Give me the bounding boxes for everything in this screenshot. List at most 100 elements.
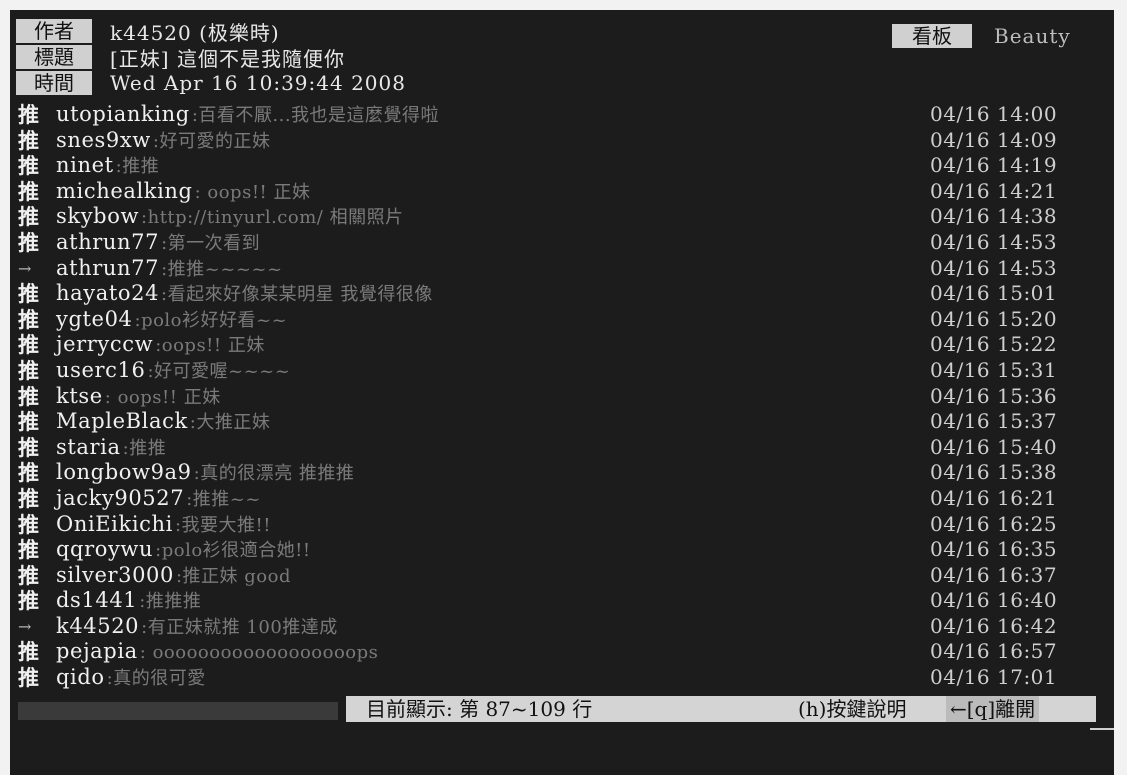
push-user-line: jacky90527:推推~~ — [56, 486, 261, 513]
push-row: 推 silver3000:推正妹 good 04/16 16:37 — [18, 563, 1108, 589]
push-row: 推 michealking: oops!! 正妹 04/16 14:21 — [18, 179, 1108, 205]
push-user-line: hayato24:看起來好像某某明星 我覺得很像 — [56, 281, 433, 308]
status-bar: 目前顯示: 第 87~109 行 (h)按鍵說明 ←[q]離開 — [346, 696, 1096, 722]
push-content: : oooooooooooooooooops — [139, 642, 379, 664]
time-value: Wed Apr 16 10:39:44 2008 — [110, 71, 406, 95]
push-username: snes9xw — [56, 127, 151, 152]
push-content: :好可愛喔~~~~ — [147, 360, 291, 382]
push-content: :推推~~ — [186, 488, 261, 510]
title-row: 標題 [正妹] 這個不是我隨便你 — [16, 44, 345, 71]
arrow-tag: → — [18, 258, 32, 278]
push-user-line: snes9xw:好可愛的正妹 — [56, 128, 270, 155]
push-content: :推正妹 good — [175, 565, 291, 587]
push-row: 推 MapleBlack:大推正妹 04/16 15:37 — [18, 409, 1108, 435]
push-row: 推 utopianking:百看不厭...我也是這麼覺得啦 04/16 14:00 — [18, 102, 1108, 128]
push-user-line: userc16:好可愛喔~~~~ — [56, 358, 290, 385]
push-tag: 推 — [18, 537, 39, 563]
push-tag: 推 — [18, 485, 39, 511]
title-label: 標題 — [16, 45, 92, 69]
help-key-hint[interactable]: (h)按鍵說明 — [798, 696, 907, 722]
status-bar-left-area — [18, 702, 338, 720]
push-user-line: ds1441:推推推 — [56, 588, 201, 615]
push-row: 推 ktse: oops!! 正妹 04/16 15:36 — [18, 384, 1108, 410]
line-position-indicator: 目前顯示: 第 87~109 行 — [366, 697, 593, 721]
push-time: 04/16 15:36 — [930, 383, 1058, 408]
push-content: :推推 — [122, 437, 167, 459]
push-username: OniEikichi — [56, 511, 173, 536]
push-time: 04/16 17:01 — [930, 665, 1058, 690]
push-content: :看起來好像某某明星 我覺得很像 — [161, 284, 433, 306]
push-user-line: longbow9a9:真的很漂亮 推推推 — [56, 460, 354, 487]
push-tag: 推 — [18, 639, 39, 665]
cursor-icon — [1090, 728, 1114, 730]
time-label: 時間 — [16, 71, 92, 95]
push-user-line: qqroywu:polo衫很適合她!! — [56, 537, 311, 564]
push-row: 推 qqroywu:polo衫很適合她!! 04/16 16:35 — [18, 537, 1108, 563]
push-tag: 推 — [18, 588, 39, 614]
push-username: pejapia — [56, 639, 138, 664]
push-content: :第一次看到 — [161, 232, 261, 254]
push-tag: 推 — [18, 229, 39, 255]
push-tag: 推 — [18, 383, 39, 409]
author-label: 作者 — [16, 19, 92, 43]
push-content: :大推正妹 — [189, 412, 271, 434]
push-time: 04/16 15:37 — [930, 409, 1058, 434]
push-time: 04/16 14:00 — [930, 102, 1058, 126]
push-content: :百看不厭...我也是這麼覺得啦 — [191, 105, 440, 126]
push-user-line: staria:推推 — [56, 435, 166, 462]
push-row: 推 athrun77:第一次看到 04/16 14:53 — [18, 230, 1108, 256]
push-user-line: ktse: oops!! 正妹 — [56, 384, 221, 411]
push-username: athrun77 — [56, 229, 160, 254]
push-username: michealking — [56, 178, 193, 203]
push-username: ygte04 — [56, 306, 133, 331]
push-user-line: skybow:http://tinyurl.com/ 相關照片 — [56, 204, 404, 231]
push-username: skybow — [56, 204, 140, 229]
push-username: jerryccw — [56, 332, 154, 357]
push-user-line: MapleBlack:大推正妹 — [56, 409, 270, 436]
push-tag: 推 — [18, 153, 39, 179]
push-row: 推 hayato24:看起來好像某某明星 我覺得很像 04/16 15:01 — [18, 281, 1108, 307]
push-username: utopianking — [56, 102, 190, 126]
push-content: :http://tinyurl.com/ 相關照片 — [141, 207, 404, 229]
push-tag: 推 — [18, 332, 39, 358]
push-content: :好可愛的正妹 — [152, 130, 271, 152]
push-time: 04/16 14:19 — [930, 153, 1058, 178]
push-username: staria — [56, 434, 121, 459]
push-row: 推 jacky90527:推推~~ 04/16 16:21 — [18, 486, 1108, 512]
push-row: 推 snes9xw:好可愛的正妹 04/16 14:09 — [18, 128, 1108, 154]
push-user-line: utopianking:百看不厭...我也是這麼覺得啦 — [56, 102, 439, 129]
push-content: :oops!! 正妹 — [155, 335, 265, 357]
push-user-line: athrun77:推推~~~~~ — [56, 256, 283, 283]
push-username: k44520 — [56, 613, 140, 638]
push-username: ktse — [56, 383, 103, 408]
push-user-line: qido:真的很可愛 — [56, 665, 206, 692]
author-row: 作者 k44520 (极樂時) — [16, 18, 280, 45]
push-time: 04/16 16:57 — [930, 639, 1058, 664]
push-user-line: silver3000:推正妹 good — [56, 563, 291, 590]
push-content: :推推推 — [139, 591, 202, 613]
push-time: 04/16 16:21 — [930, 485, 1058, 510]
push-tag: 推 — [18, 204, 39, 230]
push-content: : oops!! 正妹 — [104, 386, 221, 408]
push-row: 推 ygte04:polo衫好好看~~ 04/16 15:20 — [18, 307, 1108, 333]
push-time: 04/16 14:09 — [930, 127, 1058, 152]
push-tag: 推 — [18, 409, 39, 435]
push-username: silver3000 — [56, 562, 174, 587]
push-user-line: k44520:有正妹就推 100推達成 — [56, 614, 338, 641]
push-time: 04/16 15:40 — [930, 434, 1058, 459]
push-row: 推 userc16:好可愛喔~~~~ 04/16 15:31 — [18, 358, 1108, 384]
push-content: :真的很漂亮 推推推 — [193, 463, 355, 485]
push-time: 04/16 16:35 — [930, 537, 1058, 562]
push-username: qido — [56, 665, 105, 690]
push-time: 04/16 15:20 — [930, 306, 1058, 331]
push-time: 04/16 16:25 — [930, 511, 1058, 536]
push-row: → athrun77:推推~~~~~ 04/16 14:53 — [18, 256, 1108, 282]
exit-key-hint[interactable]: ←[q]離開 — [946, 696, 1040, 722]
push-username: userc16 — [56, 357, 146, 382]
push-tag: 推 — [18, 102, 39, 127]
push-username: ds1441 — [56, 588, 138, 613]
push-user-line: pejapia: oooooooooooooooooops — [56, 639, 378, 666]
push-content: : oops!! 正妹 — [194, 181, 311, 203]
push-row: 推 ds1441:推推推 04/16 16:40 — [18, 588, 1108, 614]
article-header: 作者 k44520 (极樂時) 標題 [正妹] 這個不是我隨便你 時間 Wed … — [16, 16, 1106, 100]
